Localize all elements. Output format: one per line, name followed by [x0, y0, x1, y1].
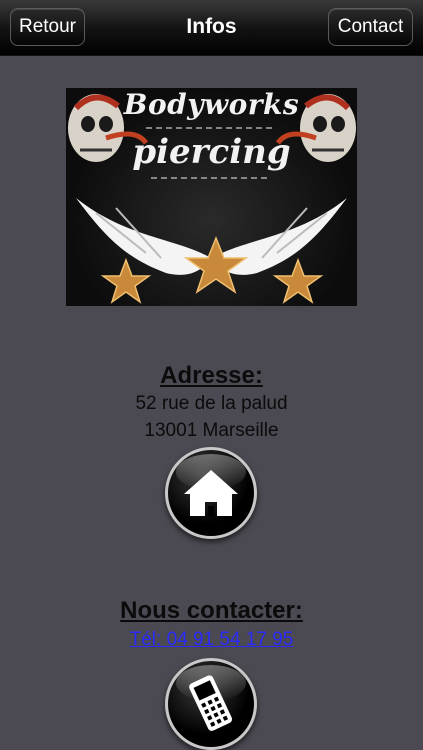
address-street: 52 rue de la palud: [135, 393, 288, 414]
navigation-bar: Retour Infos Contact: [0, 0, 423, 56]
address-heading: Adresse:: [160, 362, 263, 389]
home-map-button[interactable]: [165, 447, 257, 539]
contact-heading: Nous contacter:: [120, 597, 303, 624]
shop-logo-image: Bodyworks piercing: [66, 88, 357, 306]
home-icon: [184, 470, 238, 516]
address-city: 13001 Marseille: [144, 420, 279, 441]
back-button[interactable]: Retour: [10, 8, 85, 46]
page-title: Infos: [186, 15, 237, 38]
call-button[interactable]: [165, 658, 257, 750]
mobile-phone-icon: [189, 675, 233, 731]
logo-text-piercing: piercing: [132, 132, 291, 172]
logo-text-bodyworks: Bodyworks: [123, 88, 300, 121]
contact-button[interactable]: Contact: [328, 8, 413, 46]
phone-link[interactable]: Tél: 04 91 54 17 95: [0, 629, 423, 651]
